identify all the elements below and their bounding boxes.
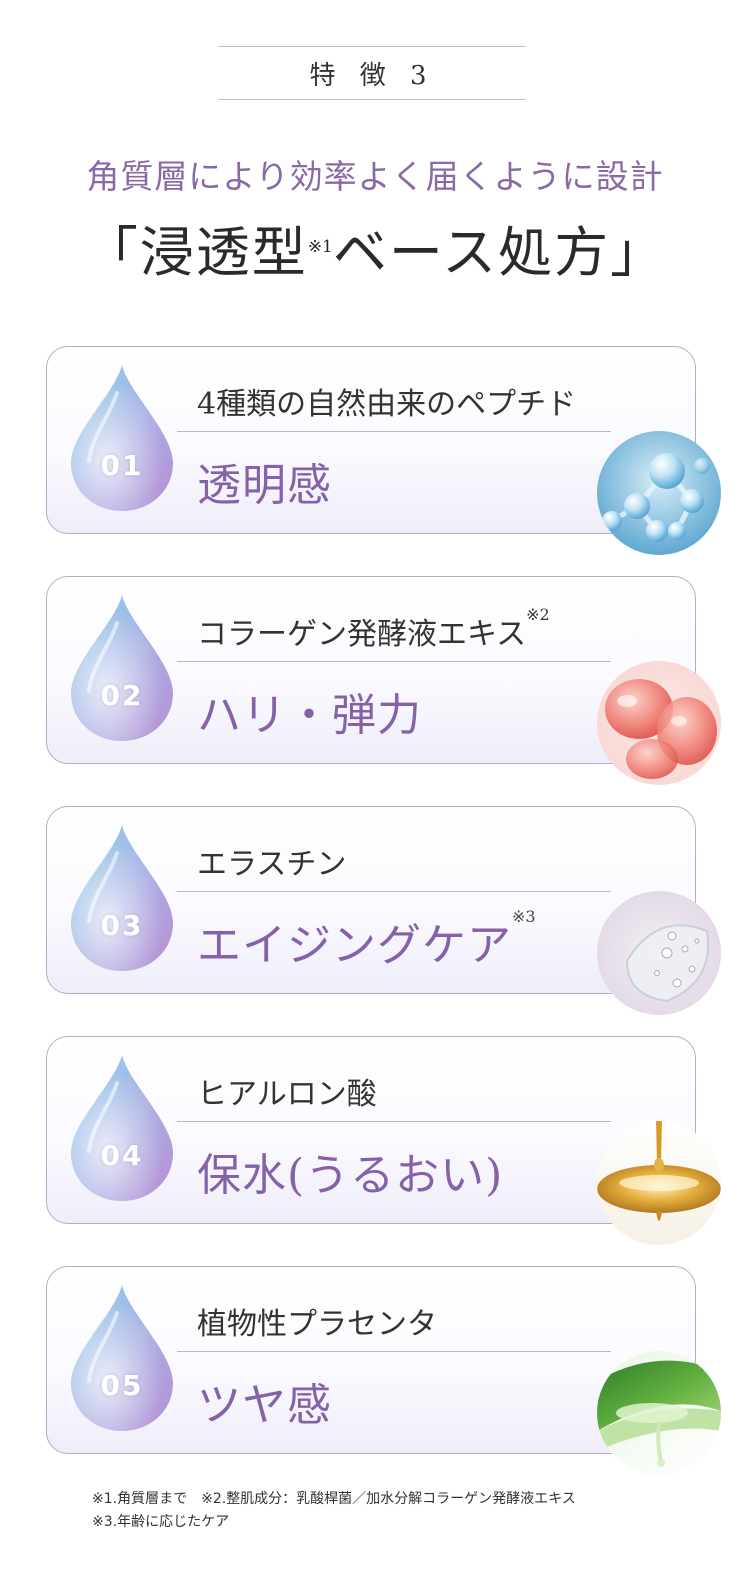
feature-benefit: ツヤ感 xyxy=(197,1369,332,1433)
footnote-line-1: ※1.角質層まで ※2.整肌成分：乳酸桿菌／加水分解コラーゲン発酵液エキス xyxy=(92,1491,576,1507)
feature-divider xyxy=(177,431,611,432)
feature-card-02: 02 コラーゲン発酵液エキス※2 ハリ・弾力 xyxy=(46,576,721,785)
droplet-icon: 03 xyxy=(69,823,175,973)
feature-benefit-text: 透明感 xyxy=(197,460,332,511)
title-part-1: 「浸透型 xyxy=(83,221,308,284)
feature-divider xyxy=(177,891,611,892)
title-footnote-mark: ※1 xyxy=(307,237,333,257)
red-gel-photo xyxy=(597,661,721,785)
feature-benefit-mark: ※3 xyxy=(512,907,536,926)
feature-number: 02 xyxy=(100,679,144,712)
feature-divider xyxy=(177,661,611,662)
feature-number: 01 xyxy=(100,449,144,482)
feature-benefit-text: エイジングケア xyxy=(197,920,512,971)
feature-ingredient-text: ヒアルロン酸 xyxy=(197,1077,377,1112)
feature-benefit: エイジングケア※3 xyxy=(197,907,536,973)
feature-card-01: 01 4種類の自然由来のペプチド 透明感 xyxy=(46,346,721,555)
droplet-icon: 02 xyxy=(69,593,175,743)
aloe-photo xyxy=(597,1351,721,1475)
feature-number: 05 xyxy=(100,1369,144,1402)
title-part-2: ベース処方」 xyxy=(332,221,667,284)
feature-ingredient: コラーゲン発酵液エキス※2 xyxy=(197,605,550,653)
golden-drop-photo xyxy=(597,1121,721,1245)
feature-ingredient: 植物性プラセンタ xyxy=(197,1299,437,1343)
feature-number: 03 xyxy=(100,909,144,942)
feature-card-04: 04 ヒアルロン酸 保水(うるおい) xyxy=(46,1036,721,1245)
feature-benefit-text: ハリ・弾力 xyxy=(197,690,422,741)
subtitle: 角質層により効率よく届くように設計 xyxy=(86,157,664,196)
feature-ingredient-text: 植物性プラセンタ xyxy=(197,1307,437,1342)
footnotes: ※1.角質層まで ※2.整肌成分：乳酸桿菌／加水分解コラーゲン発酵液エキス ※3… xyxy=(92,1488,576,1534)
feature-benefit: 透明感 xyxy=(197,449,332,513)
feature-heading-label: 特 徴 3 xyxy=(309,60,435,91)
feature-ingredient: ヒアルロン酸 xyxy=(197,1069,377,1113)
feature-card-05: 05 植物性プラセンタ ツヤ感 xyxy=(46,1266,721,1475)
droplet-icon: 05 xyxy=(69,1283,175,1433)
feature-ingredient: エラスチン xyxy=(197,839,346,883)
feature-benefit-text: 保水(うるおい) xyxy=(197,1150,504,1201)
clear-gel-photo xyxy=(597,891,721,1015)
footnote-line-2: ※3.年齢に応じたケア xyxy=(92,1514,230,1530)
feature-ingredient-text: 4種類の自然由来のペプチド xyxy=(197,387,577,422)
feature-card-03: 03 エラスチン エイジングケア※3 xyxy=(46,806,721,1015)
feature-heading: 特 徴 3 xyxy=(218,46,526,100)
feature-benefit: ハリ・弾力 xyxy=(197,679,422,743)
feature-number: 04 xyxy=(100,1139,144,1172)
feature-ingredient: 4種類の自然由来のペプチド xyxy=(197,379,576,423)
molecule-photo xyxy=(597,431,721,555)
feature-benefit-text: ツヤ感 xyxy=(197,1380,332,1431)
feature-ingredient-mark: ※2 xyxy=(526,605,550,624)
feature-ingredient-text: エラスチン xyxy=(197,847,347,882)
feature-divider xyxy=(177,1121,611,1122)
feature-ingredient-text: コラーゲン発酵液エキス xyxy=(197,617,527,652)
droplet-icon: 01 xyxy=(69,363,175,513)
feature-divider xyxy=(177,1351,611,1352)
droplet-icon: 04 xyxy=(69,1053,175,1203)
feature-benefit: 保水(うるおい) xyxy=(197,1139,503,1203)
page-title: 「浸透型※1ベース処方」 xyxy=(0,218,750,288)
